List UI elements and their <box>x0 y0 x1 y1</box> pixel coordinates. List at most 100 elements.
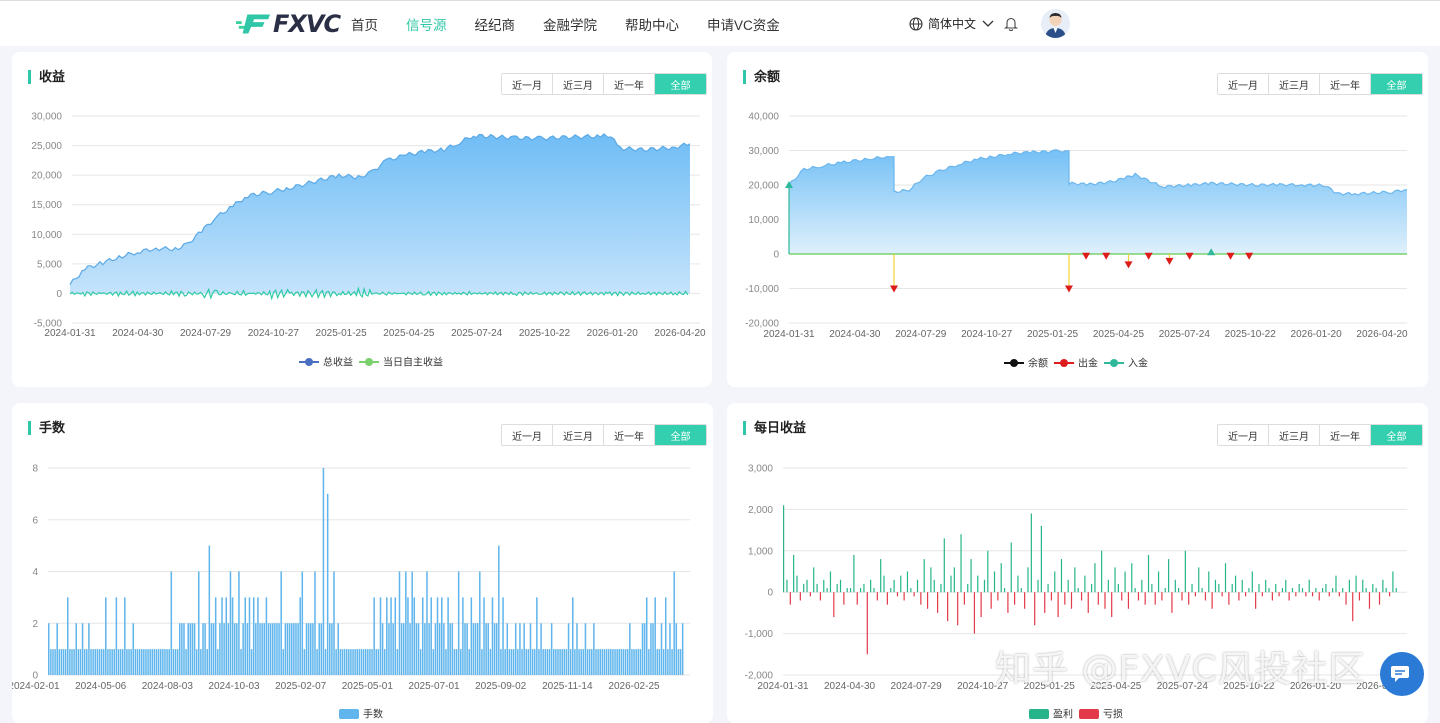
lots-bar <box>595 649 597 676</box>
daily-profit-bar <box>873 588 875 593</box>
daily-profit-bar <box>1322 588 1324 593</box>
lots-bar <box>462 597 464 676</box>
lots-bar <box>219 623 221 675</box>
nav-item-1[interactable]: 信号源 <box>406 14 447 34</box>
daily-profit-bar <box>940 583 942 593</box>
lots-bar <box>390 597 392 676</box>
daily-profit-bar <box>1147 554 1150 593</box>
daily-profit-bar <box>1134 588 1136 593</box>
daily-profit-bar <box>1234 575 1237 593</box>
lots-bar <box>288 623 291 675</box>
lots-bar <box>269 623 272 675</box>
daily-profit-bar <box>1010 542 1012 593</box>
balance-legend-marker <box>1110 359 1118 367</box>
lots-legend-marker <box>339 709 359 719</box>
lots-bar <box>331 623 333 675</box>
daily-profit-bar <box>883 575 885 593</box>
daily-loss-bar <box>903 592 905 601</box>
lots-bar <box>94 649 96 676</box>
nav-item-2[interactable]: 经纪商 <box>475 14 516 34</box>
daily-xtick-label: 2024-01-31 <box>757 681 809 692</box>
lots-bar <box>667 649 669 676</box>
fxvc-logo[interactable]: FXVC <box>236 10 341 38</box>
lots-bar <box>639 649 642 676</box>
daily-profit-bar <box>1030 513 1032 593</box>
balance-xtick-label: 2025-07-24 <box>1159 329 1211 340</box>
daily-profit-bar <box>1017 575 1019 593</box>
daily-profit-bar <box>1003 588 1006 593</box>
logo-mark-icon <box>236 14 271 34</box>
lots-bar <box>464 623 466 675</box>
daily-profit-bar <box>1067 579 1069 593</box>
nav-item-3[interactable]: 金融学院 <box>543 14 597 34</box>
language-selector[interactable]: 简体中文 <box>909 15 999 32</box>
daily-profit-bar <box>950 575 952 593</box>
daily-loss-bar <box>1024 592 1026 609</box>
lots-xtick-label: 2025-02-07 <box>275 681 327 692</box>
balance-ytick-label: -20,000 <box>745 319 779 330</box>
balance-xtick-label: 2025-01-25 <box>1027 329 1079 340</box>
lots-bar <box>276 623 278 675</box>
lots-bar <box>77 649 80 676</box>
lots-bar <box>580 649 582 676</box>
daily-profit-bar <box>1308 579 1310 593</box>
lots-bar <box>614 649 616 676</box>
lots-bar <box>138 649 141 676</box>
lots-bar <box>210 623 213 675</box>
lots-bar <box>584 623 587 675</box>
daily-profit-bar <box>943 538 945 593</box>
lots-bar <box>227 623 230 675</box>
daily-profit-bar <box>960 534 962 593</box>
lots-bar <box>631 649 633 676</box>
daily-loss-bar <box>1358 592 1361 601</box>
nav-item-4[interactable]: 帮助中心 <box>625 14 679 34</box>
daily-profit-bar <box>1020 588 1022 593</box>
balance-withdrawal-marker <box>1165 257 1174 265</box>
lots-bar <box>189 623 192 675</box>
daily-loss-bar <box>1050 592 1053 601</box>
lots-bar <box>419 649 422 676</box>
daily-profit-bar <box>1281 588 1284 593</box>
lots-bar <box>329 623 331 675</box>
lots-bar <box>107 649 109 676</box>
lots-bar <box>388 623 390 675</box>
lots-bar <box>124 597 126 676</box>
user-avatar[interactable] <box>1041 9 1070 38</box>
lots-bar <box>603 649 606 676</box>
balance-xtick-label: 2024-07-29 <box>895 329 947 340</box>
lots-bar <box>443 623 445 675</box>
lots-bar <box>629 623 631 675</box>
lots-bar <box>320 623 323 675</box>
lots-bar <box>225 597 227 676</box>
balance-withdrawal-marker <box>1102 252 1111 260</box>
daily-loss-bar <box>1261 592 1263 597</box>
lots-bar <box>572 597 574 676</box>
lots-bar <box>354 649 356 676</box>
lots-bar <box>316 649 318 676</box>
daily-loss-bar <box>913 592 915 597</box>
chat-button[interactable] <box>1380 652 1424 696</box>
daily-profit-bar <box>1348 579 1350 593</box>
daily-profit-bar <box>880 559 882 593</box>
chat-icon <box>1391 666 1409 682</box>
profit-legend-label: 当日自主收益 <box>383 356 443 369</box>
nav-item-5[interactable]: 申请VC资金 <box>707 14 780 34</box>
daily-profit-bar <box>783 505 785 593</box>
profit-xtick-label: 2024-07-29 <box>180 328 232 339</box>
profit-xtick-label: 2024-10-27 <box>248 328 300 339</box>
nav-item-0[interactable]: 首页 <box>351 14 378 34</box>
daily-profit-bar <box>823 579 825 593</box>
lots-bar <box>136 649 139 676</box>
daily-loss-bar <box>1245 592 1247 597</box>
balance-withdrawal-marker <box>1124 261 1133 269</box>
lots-bar <box>681 623 684 675</box>
lots-bar <box>318 623 320 675</box>
daily-profit-bar <box>803 583 805 593</box>
daily-loss-bar <box>1007 592 1009 613</box>
daily-profit-bar <box>1241 579 1243 593</box>
balance-chart-card: 余额 近一月 近三月 近一年 全部 40,000 30,000 20,000 10,000 0… <box>727 52 1428 387</box>
daily-loss-bar <box>1211 592 1213 609</box>
lots-bar <box>56 623 58 675</box>
bell-icon[interactable] <box>1004 16 1018 31</box>
profit-chart: 30,00025,00020,00015,00010,0005,0000-5,0… <box>31 112 706 369</box>
